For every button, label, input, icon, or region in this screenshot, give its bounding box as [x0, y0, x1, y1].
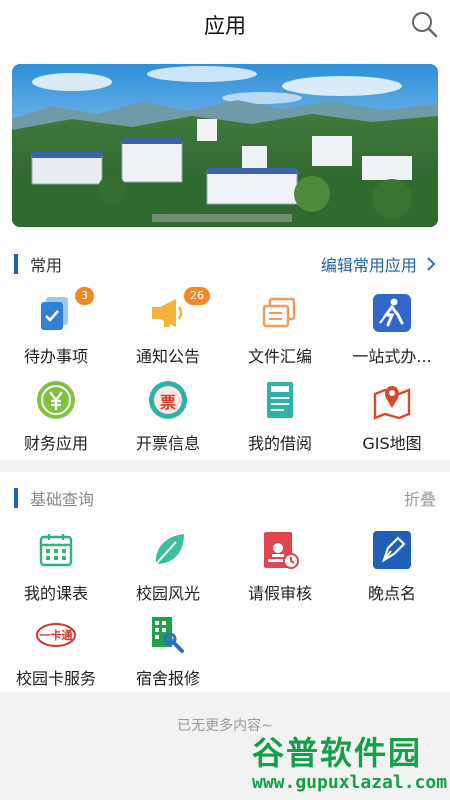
book-icon — [260, 380, 300, 420]
leaf-icon — [148, 530, 188, 570]
finance-yuan-icon — [36, 380, 76, 420]
app-campus-card[interactable]: 一卡通 校园卡服务 — [0, 615, 112, 700]
app-label: 财务应用 — [23, 434, 88, 453]
invoice-icon-text: 票 — [159, 393, 176, 412]
campus-card-icon: 一卡通 — [36, 615, 76, 655]
one-stop-service-icon — [372, 293, 412, 333]
megaphone-icon — [148, 293, 188, 333]
campus-card-icon-text: 一卡通 — [39, 629, 73, 642]
section-marker — [14, 488, 18, 508]
app-one-stop[interactable]: 一站式办... — [336, 293, 448, 378]
app-label: 我的课表 — [23, 584, 88, 603]
app-label: GIS地图 — [362, 434, 422, 453]
watermark-title: 谷普软件园 — [252, 734, 423, 772]
app-my-timetable[interactable]: 我的课表 — [0, 530, 112, 615]
app-label: 文件汇编 — [247, 347, 312, 366]
app-label: 开票信息 — [135, 434, 200, 453]
app-leave-approval[interactable]: 请假审核 — [224, 530, 336, 615]
app-todo[interactable]: 3 待办事项 — [0, 287, 112, 378]
app-invoice[interactable]: 票 开票信息 — [112, 380, 224, 465]
todo-icon — [36, 293, 76, 333]
app-label: 校园风光 — [135, 584, 200, 603]
collapse-button[interactable]: 折叠 — [404, 486, 436, 510]
dorm-repair-icon — [148, 615, 188, 655]
app-label: 请假审核 — [247, 584, 312, 603]
campus-banner[interactable] — [12, 64, 438, 227]
app-label: 校园卡服务 — [15, 669, 96, 688]
app-label: 我的借阅 — [247, 434, 312, 453]
app-finance[interactable]: 财务应用 — [0, 380, 112, 465]
watermark: 谷普软件园 www.gupuxlazal.com — [246, 728, 450, 800]
section-divider — [0, 460, 450, 472]
pen-icon — [372, 530, 412, 570]
app-gis-map[interactable]: GIS地图 — [336, 380, 448, 465]
basic-section-header: 基础查询 折叠 — [0, 480, 450, 514]
app-label: 通知公告 — [135, 347, 200, 366]
map-pin-icon — [372, 380, 412, 420]
section-title: 基础查询 — [30, 490, 95, 509]
page-title: 应用 — [204, 14, 246, 38]
edit-common-apps-label: 编辑常用应用 — [320, 256, 417, 275]
app-label: 待办事项 — [23, 347, 88, 366]
top-bar: 应用 — [0, 0, 450, 50]
common-section-header: 常用 编辑常用应用 — [0, 246, 450, 280]
calendar-icon — [36, 530, 76, 570]
watermark-url: www.gupuxlazal.com — [252, 772, 448, 793]
invoice-icon: 票 — [148, 380, 188, 420]
app-label: 一站式办... — [352, 347, 432, 366]
badge-count: 3 — [75, 287, 94, 305]
app-label: 晚点名 — [367, 584, 416, 603]
badge-count: 26 — [184, 287, 210, 305]
app-documents[interactable]: 文件汇编 — [224, 293, 336, 378]
section-marker — [14, 254, 18, 274]
app-late-roll-call[interactable]: 晚点名 — [336, 530, 448, 615]
app-notice[interactable]: 26 通知公告 — [112, 287, 224, 378]
app-dorm-repair[interactable]: 宿舍报修 — [112, 615, 224, 700]
edit-common-apps-link[interactable]: 编辑常用应用 — [321, 252, 436, 276]
leave-approval-icon — [260, 530, 300, 570]
chevron-right-icon — [426, 256, 436, 275]
app-my-borrow[interactable]: 我的借阅 — [224, 380, 336, 465]
search-icon[interactable] — [410, 10, 438, 38]
app-campus-scenery[interactable]: 校园风光 — [112, 530, 224, 615]
documents-icon — [260, 293, 300, 333]
app-label: 宿舍报修 — [135, 669, 200, 688]
section-title: 常用 — [30, 256, 63, 275]
